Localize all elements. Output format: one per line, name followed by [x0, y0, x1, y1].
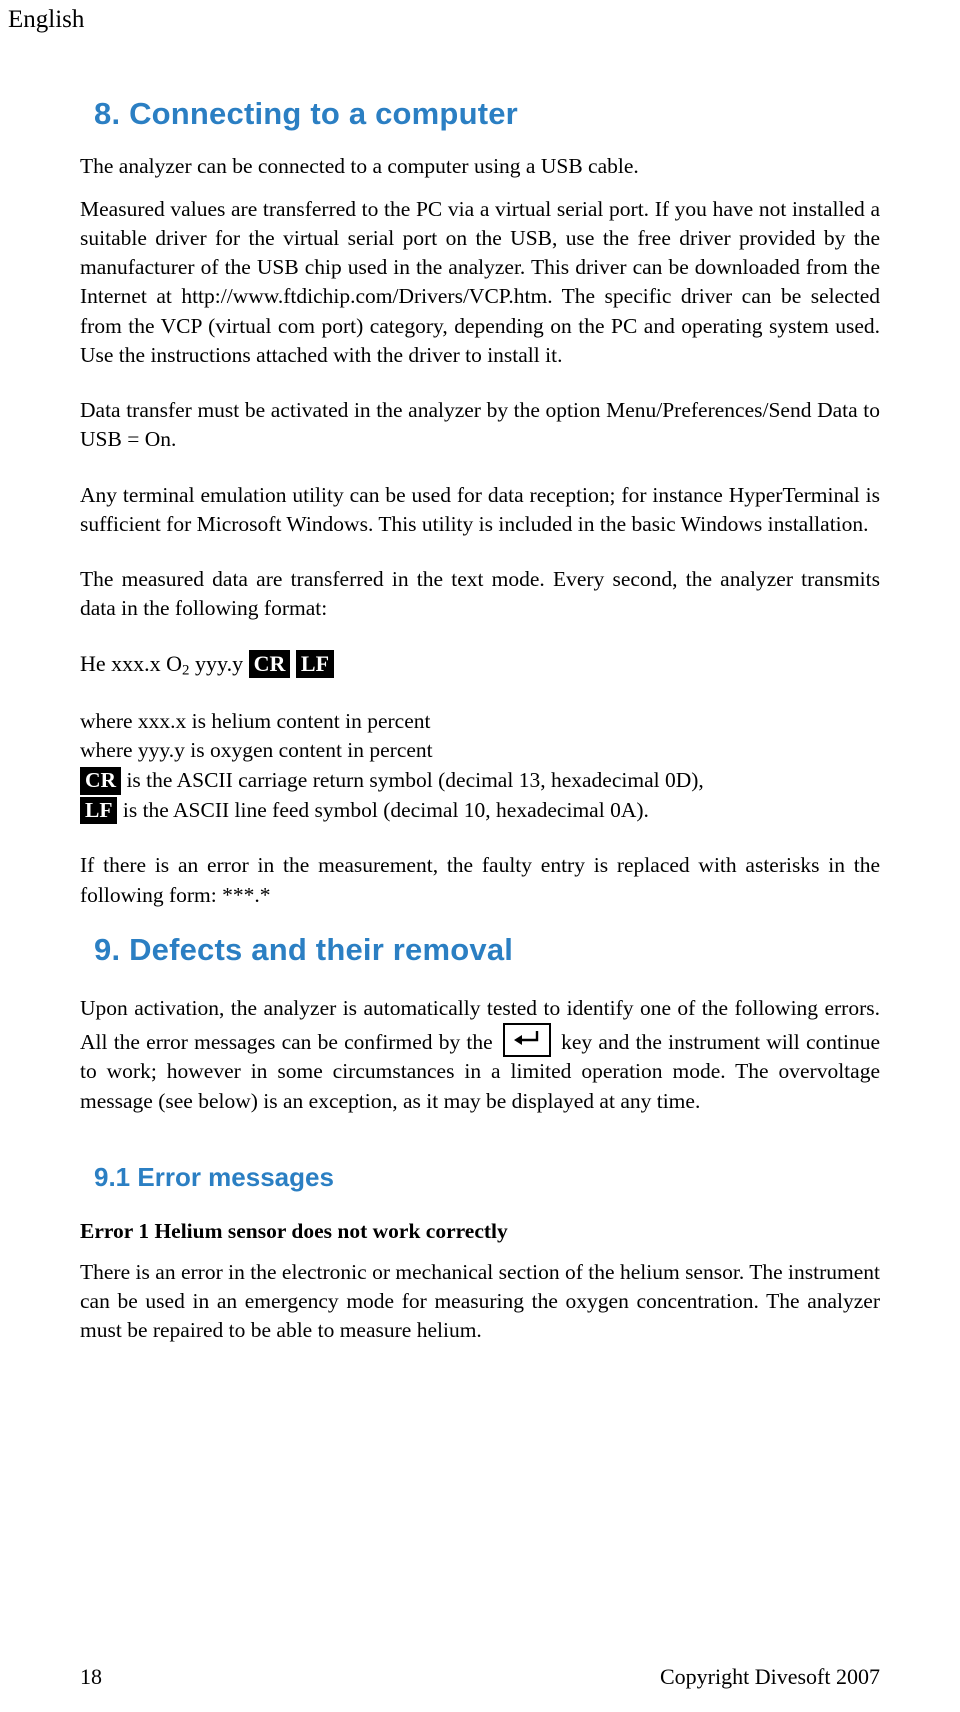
section-heading-9: 9. Defects and their removal	[94, 931, 514, 967]
document-page: English 8. Connecting to a computer The …	[0, 0, 960, 1712]
lf-badge: LF	[80, 796, 118, 825]
format-subscript: 2	[182, 662, 190, 679]
error-1-body: There is an error in the electronic or m…	[80, 1259, 880, 1343]
format-example-line: He xxx.x O2 yyy.y CR LF	[80, 649, 880, 681]
legend-lf: LF is the ASCII line feed symbol (decima…	[80, 796, 880, 826]
lf-badge-inline: LF	[295, 649, 335, 678]
section-heading-8: 8. Connecting to a computer	[94, 95, 518, 131]
format-legend: where xxx.x is helium content in percent…	[80, 707, 880, 826]
paragraph-terminal: Any terminal emulation utility can be us…	[80, 482, 880, 536]
cr-badge: CR	[80, 767, 122, 795]
legend-cr-text: is the ASCII carriage return symbol (dec…	[121, 768, 704, 793]
section-8-body: The analyzer can be connected to a compu…	[80, 152, 880, 624]
paragraph-defects-intro: Upon activation, the analyzer is automat…	[80, 994, 880, 1116]
legend-oxygen: where yyy.y is oxygen content in percent	[80, 738, 433, 763]
footer-page-number: 18	[80, 1664, 102, 1689]
legend-lf-text: is the ASCII line feed symbol (decimal 1…	[117, 797, 649, 822]
footer-copyright: Copyright Divesoft 2007	[660, 1664, 880, 1689]
paragraph-driver: Measured values are transferred to the P…	[80, 196, 880, 367]
format-middle: yyy.y	[189, 650, 249, 676]
paragraph-data-transfer: Data transfer must be activated in the a…	[80, 398, 880, 452]
cr-badge-inline: CR	[248, 649, 291, 678]
subsection-heading-9-1: 9.1 Error messages	[94, 1161, 334, 1192]
legend-cr: CR is the ASCII carriage return symbol (…	[80, 766, 880, 796]
page-header-language: English	[8, 6, 85, 33]
enter-key-icon	[502, 1023, 551, 1058]
page-footer: 18 Copyright Divesoft 2007	[80, 1664, 880, 1690]
legend-helium: where xxx.x is helium content in percent	[80, 708, 431, 733]
paragraph-format-intro: The measured data are transferred in the…	[80, 567, 880, 621]
paragraph-error-asterisks: If there is an error in the measurement,…	[80, 853, 880, 907]
error-1-heading: Error 1 Helium sensor does not work corr…	[80, 1218, 508, 1243]
paragraph-intro: The analyzer can be connected to a compu…	[80, 153, 639, 178]
format-prefix: He xxx.x O	[80, 650, 183, 676]
